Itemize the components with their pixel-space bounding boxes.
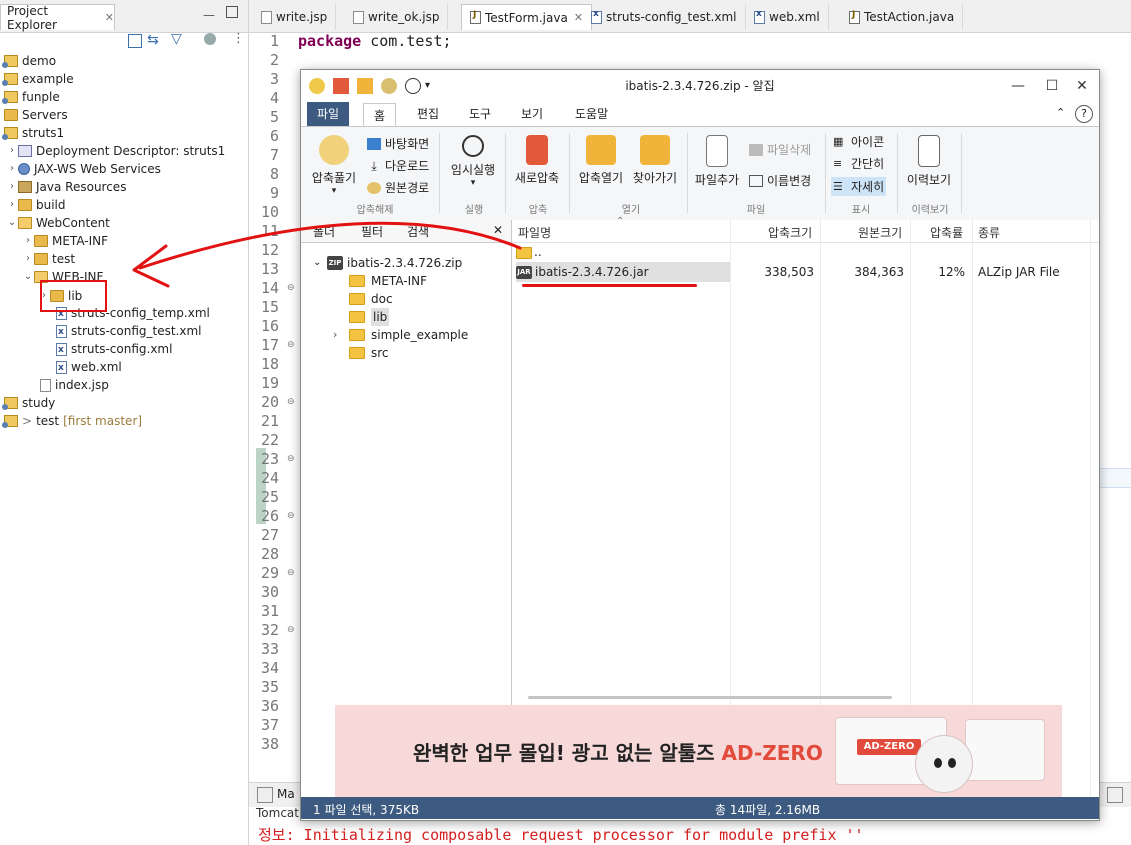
annotation-arrow xyxy=(132,221,522,288)
